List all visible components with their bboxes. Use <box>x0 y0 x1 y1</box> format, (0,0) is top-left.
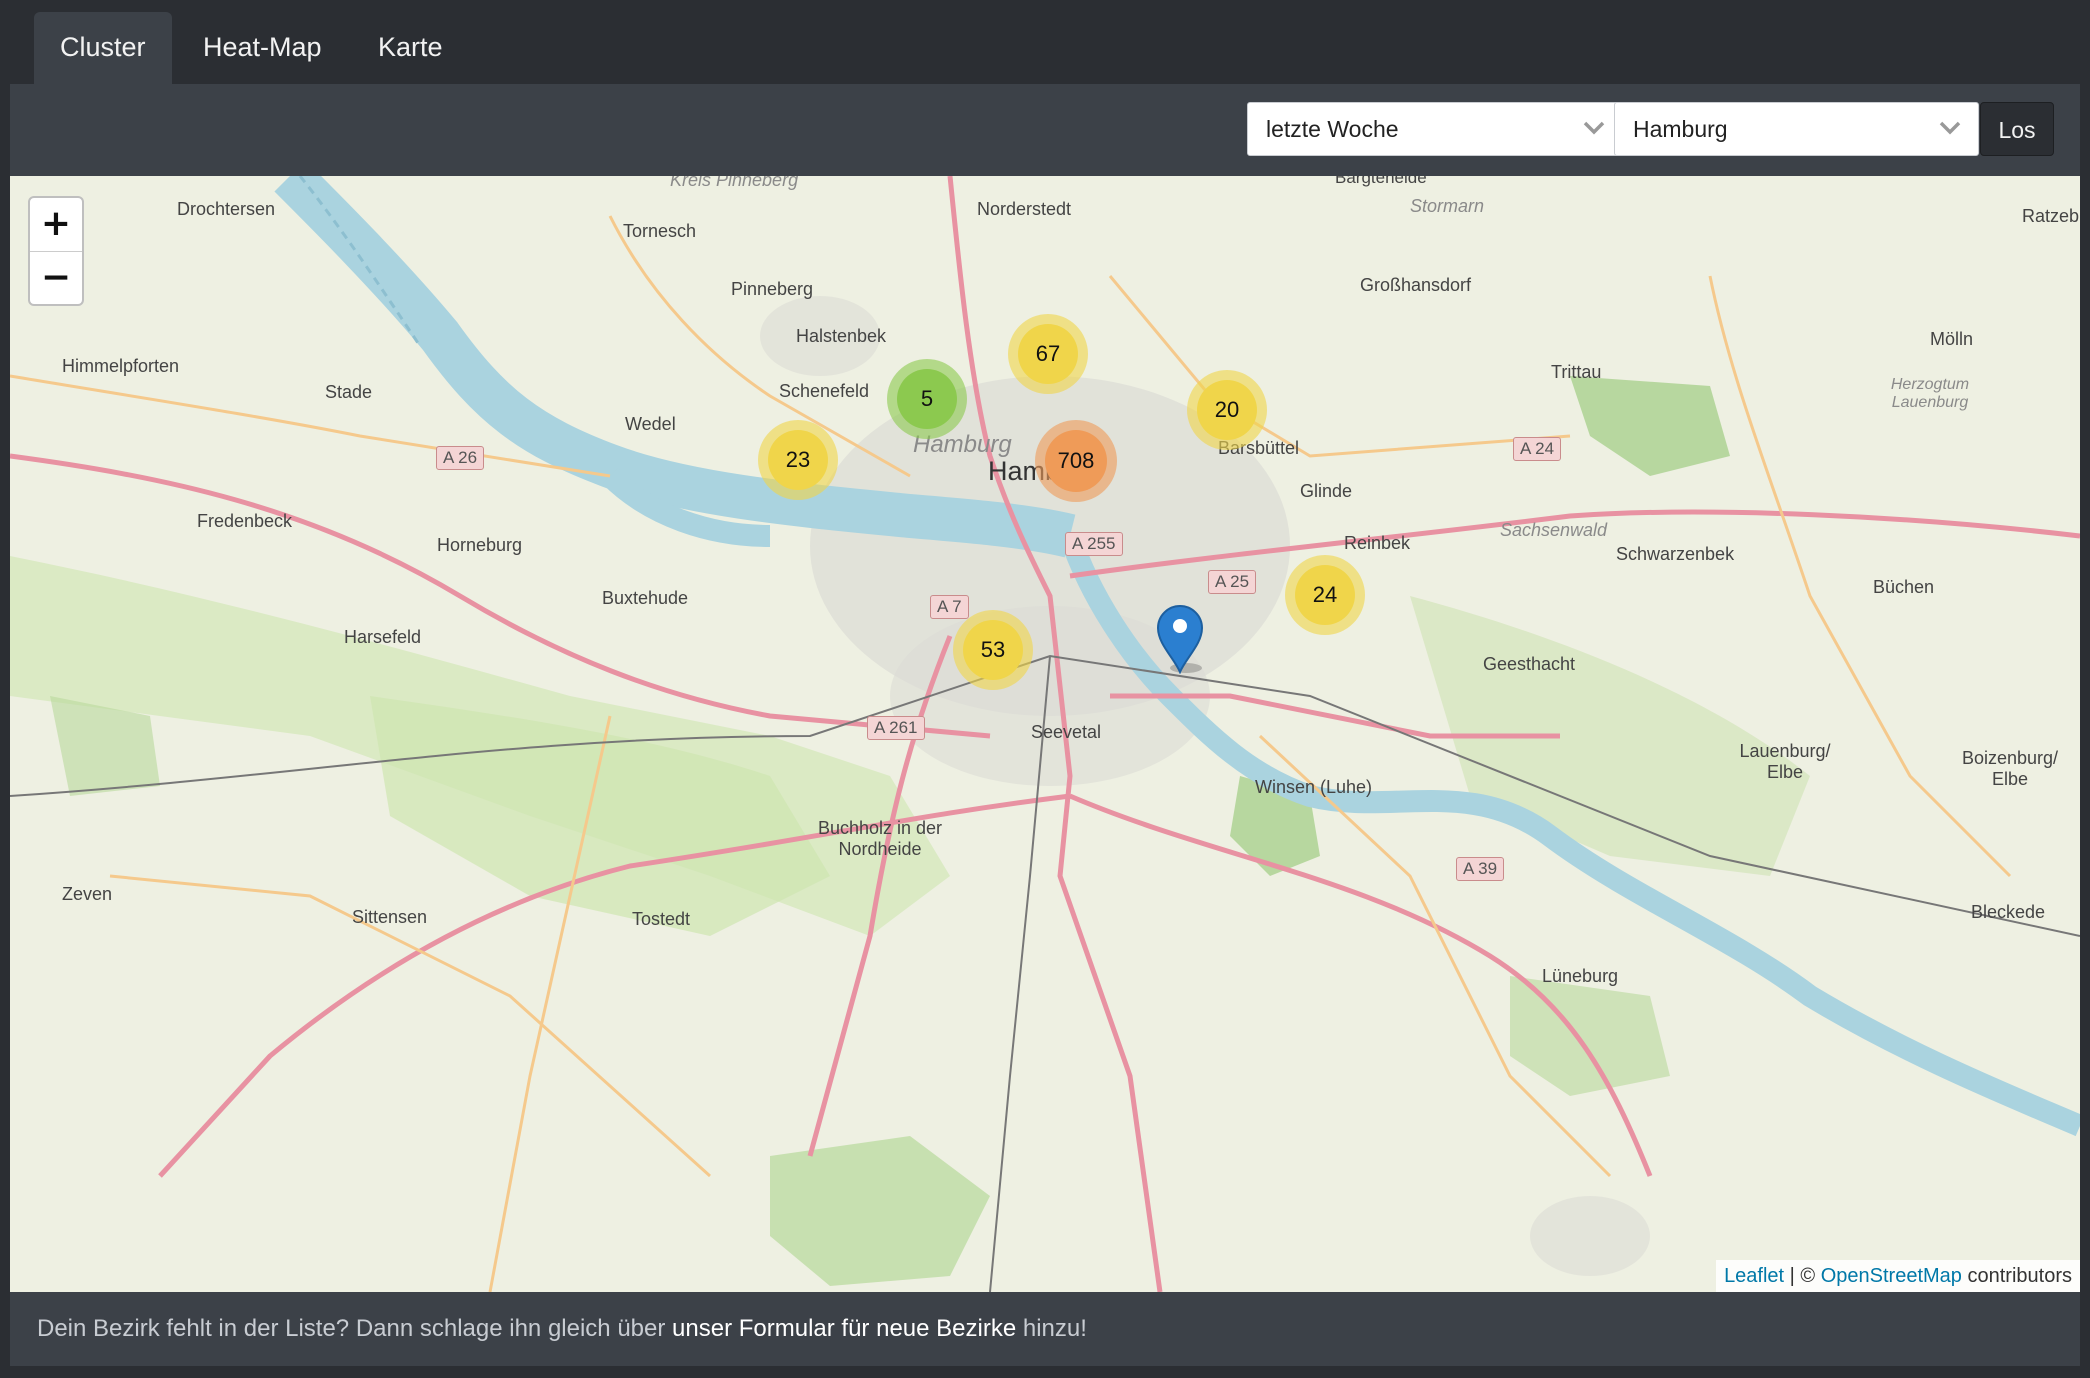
road-shield: A 24 <box>1513 437 1562 461</box>
tab-bar: Cluster Heat-Map Karte <box>0 0 2090 84</box>
cluster-count: 24 <box>1312 582 1338 607</box>
place-label: Buchholz in der Nordheide <box>817 818 943 859</box>
district-label: Stormarn <box>1410 196 1485 216</box>
filter-toolbar: letzte Woche Hamburg Los <box>10 84 2080 176</box>
district-select[interactable]: Hamburg <box>1614 102 1979 156</box>
chevron-down-icon <box>1939 121 1961 135</box>
place-label: Lauenburg/ Elbe <box>1739 741 1831 782</box>
cluster-marker[interactable]: 20 <box>1187 370 1267 450</box>
road-shield: A 39 <box>1456 857 1505 881</box>
place-label: Bargteheide <box>1335 176 1427 187</box>
place-label: Harsefeld <box>344 627 422 647</box>
cluster-marker[interactable]: 5 <box>887 359 967 439</box>
place-label: Buxtehude <box>602 588 689 608</box>
place-label: Pinneberg <box>731 279 814 299</box>
place-label: Trittau <box>1551 362 1602 382</box>
place-label: Horneburg <box>437 535 523 555</box>
cluster-count: 708 <box>1057 448 1095 473</box>
place-label: Himmelpforten <box>62 356 180 376</box>
place-label: Norderstedt <box>977 199 1072 219</box>
tab-karte[interactable]: Karte <box>352 12 469 84</box>
new-district-form-link[interactable]: unser Formular für neue Bezirke <box>672 1315 1016 1342</box>
place-label: Schwarzenbek <box>1616 544 1735 564</box>
zoom-out-button[interactable]: − <box>30 252 82 305</box>
cluster-marker[interactable]: 24 <box>1285 555 1365 635</box>
map-view[interactable]: Drochtersen Tornesch Norderstedt Pinnebe… <box>10 176 2080 1292</box>
cluster-marker[interactable]: 53 <box>953 610 1033 690</box>
attribution-separator: | © <box>1784 1265 1821 1287</box>
cluster-count: 20 <box>1214 397 1240 422</box>
tab-heat-map[interactable]: Heat-Map <box>177 12 348 84</box>
place-label: Geesthacht <box>1483 654 1576 674</box>
period-select[interactable]: letzte Woche <box>1247 102 1623 156</box>
road-shield: A 26 <box>436 446 485 470</box>
place-label: Seevetal <box>1031 722 1102 742</box>
cluster-count: 53 <box>980 637 1006 662</box>
place-label: Bleckede <box>1971 902 2046 922</box>
road-shield: A 255 <box>1065 532 1123 556</box>
road-shield: A 261 <box>867 716 925 740</box>
place-label: Stade <box>325 382 373 402</box>
submit-button[interactable]: Los <box>1980 102 2054 156</box>
cluster-count: 67 <box>1035 341 1061 366</box>
content-panel: letzte Woche Hamburg Los Drochtersen Tor… <box>10 84 2080 1366</box>
footer-note: Dein Bezirk fehlt in der Liste? Dann sch… <box>10 1292 2080 1366</box>
place-label: Winsen (Luhe) <box>1255 777 1373 797</box>
cluster-count: 5 <box>920 386 934 411</box>
place-label: Ratzeb <box>2022 206 2080 226</box>
cluster-count: 23 <box>785 447 811 472</box>
road-shield: A 7 <box>930 595 969 619</box>
tab-cluster[interactable]: Cluster <box>34 12 172 84</box>
period-select-value: letzte Woche <box>1266 116 1399 142</box>
cluster-marker[interactable]: 708 <box>1035 420 1117 502</box>
place-label: Tornesch <box>623 221 697 241</box>
place-label: Mölln <box>1930 329 1974 349</box>
place-label: Halstenbek <box>796 326 887 346</box>
footer-suffix: hinzu! <box>1016 1315 1087 1342</box>
place-label: Glinde <box>1300 481 1353 501</box>
place-label: Schenefeld <box>779 381 870 401</box>
place-label: Fredenbeck <box>197 511 293 531</box>
district-label: Kreis Pinneberg <box>670 176 799 190</box>
place-label: Lüneburg <box>1542 966 1619 986</box>
attribution-suffix: contributors <box>1961 1265 2072 1287</box>
place-label: Großhansdorf <box>1360 275 1472 295</box>
zoom-in-button[interactable]: + <box>30 198 82 252</box>
zoom-control: + − <box>28 196 84 306</box>
place-label: Zeven <box>62 884 113 904</box>
osm-link[interactable]: OpenStreetMap <box>1821 1265 1962 1287</box>
place-label: Büchen <box>1873 577 1935 597</box>
footer-prefix: Dein Bezirk fehlt in der Liste? Dann sch… <box>37 1315 673 1342</box>
place-label: Drochtersen <box>177 199 276 219</box>
district-label: Sachsenwald <box>1500 520 1608 540</box>
cluster-marker[interactable]: 67 <box>1008 314 1088 394</box>
chevron-down-icon <box>1583 121 1605 135</box>
map-attribution: Leaflet | © OpenStreetMap contributors <box>1716 1260 2080 1292</box>
district-select-value: Hamburg <box>1633 116 1728 142</box>
location-pin-icon[interactable] <box>1156 604 1204 674</box>
district-label: Herzogtum Lauenburg <box>1890 376 1970 411</box>
place-label: Wedel <box>625 414 676 434</box>
place-label: Sittensen <box>352 907 428 927</box>
place-label: Boizenburg/ Elbe <box>1961 748 2059 789</box>
cluster-marker[interactable]: 23 <box>758 420 838 500</box>
place-label: Reinbek <box>1344 533 1411 553</box>
place-label: Tostedt <box>632 909 691 929</box>
leaflet-link[interactable]: Leaflet <box>1724 1265 1784 1287</box>
road-shield: A 25 <box>1208 570 1257 594</box>
